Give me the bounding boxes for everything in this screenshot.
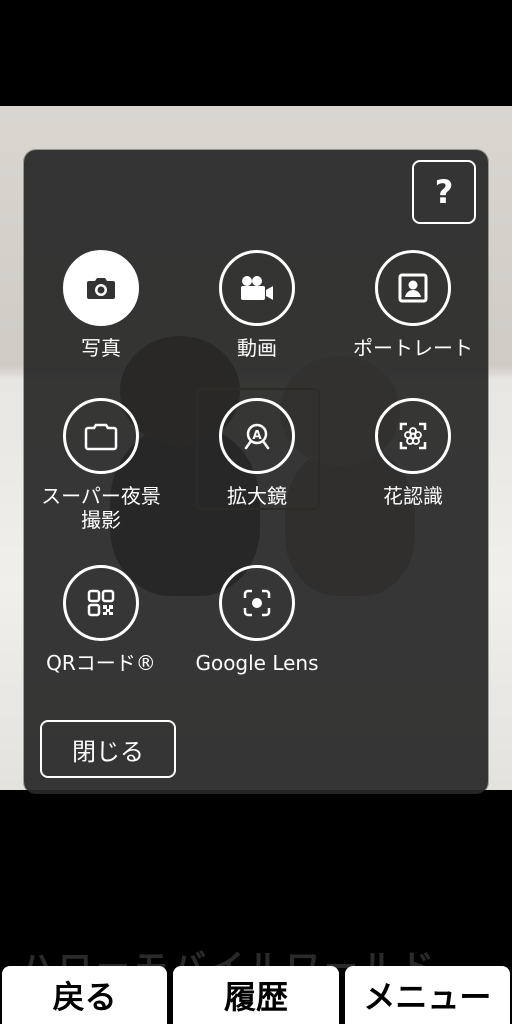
mode-super-night[interactable]: スーパー夜景 撮影 bbox=[23, 398, 179, 532]
mode-magnifier-label: 拡大鏡 bbox=[227, 484, 287, 508]
mode-magnifier[interactable]: A 拡大鏡 bbox=[179, 398, 335, 508]
history-button[interactable]: 履歴 bbox=[173, 966, 339, 1024]
svg-text:A: A bbox=[252, 428, 262, 442]
camera-icon bbox=[63, 250, 139, 326]
qr-code-icon bbox=[63, 565, 139, 641]
google-lens-icon bbox=[219, 565, 295, 641]
night-mode-icon bbox=[63, 398, 139, 474]
close-button[interactable]: 閉じる bbox=[40, 720, 176, 778]
mode-video-label: 動画 bbox=[237, 336, 277, 360]
bottom-navigation: 戻る 履歴 メニュー bbox=[0, 966, 512, 1024]
magnifier-icon: A bbox=[219, 398, 295, 474]
mode-flower-recognition[interactable]: 花認識 bbox=[335, 398, 491, 508]
mode-photo-label: 写真 bbox=[81, 336, 121, 360]
help-button[interactable]: ? bbox=[412, 160, 476, 224]
mode-super-night-label: スーパー夜景 撮影 bbox=[41, 484, 161, 532]
portrait-icon bbox=[375, 250, 451, 326]
menu-button[interactable]: メニュー bbox=[344, 966, 510, 1024]
back-button[interactable]: 戻る bbox=[2, 966, 168, 1024]
mode-portrait[interactable]: ポートレート bbox=[335, 250, 491, 360]
mode-flower-recognition-label: 花認識 bbox=[383, 484, 443, 508]
flower-recognition-icon bbox=[375, 398, 451, 474]
mode-qr-code-label: QRコード® bbox=[46, 651, 156, 675]
mode-photo[interactable]: 写真 bbox=[23, 250, 179, 360]
mode-qr-code[interactable]: QRコード® bbox=[23, 565, 179, 675]
mode-portrait-label: ポートレート bbox=[353, 336, 473, 360]
video-camera-icon bbox=[219, 250, 295, 326]
mode-video[interactable]: 動画 bbox=[179, 250, 335, 360]
mode-google-lens[interactable]: Google Lens bbox=[179, 565, 335, 675]
mode-google-lens-label: Google Lens bbox=[195, 651, 319, 675]
